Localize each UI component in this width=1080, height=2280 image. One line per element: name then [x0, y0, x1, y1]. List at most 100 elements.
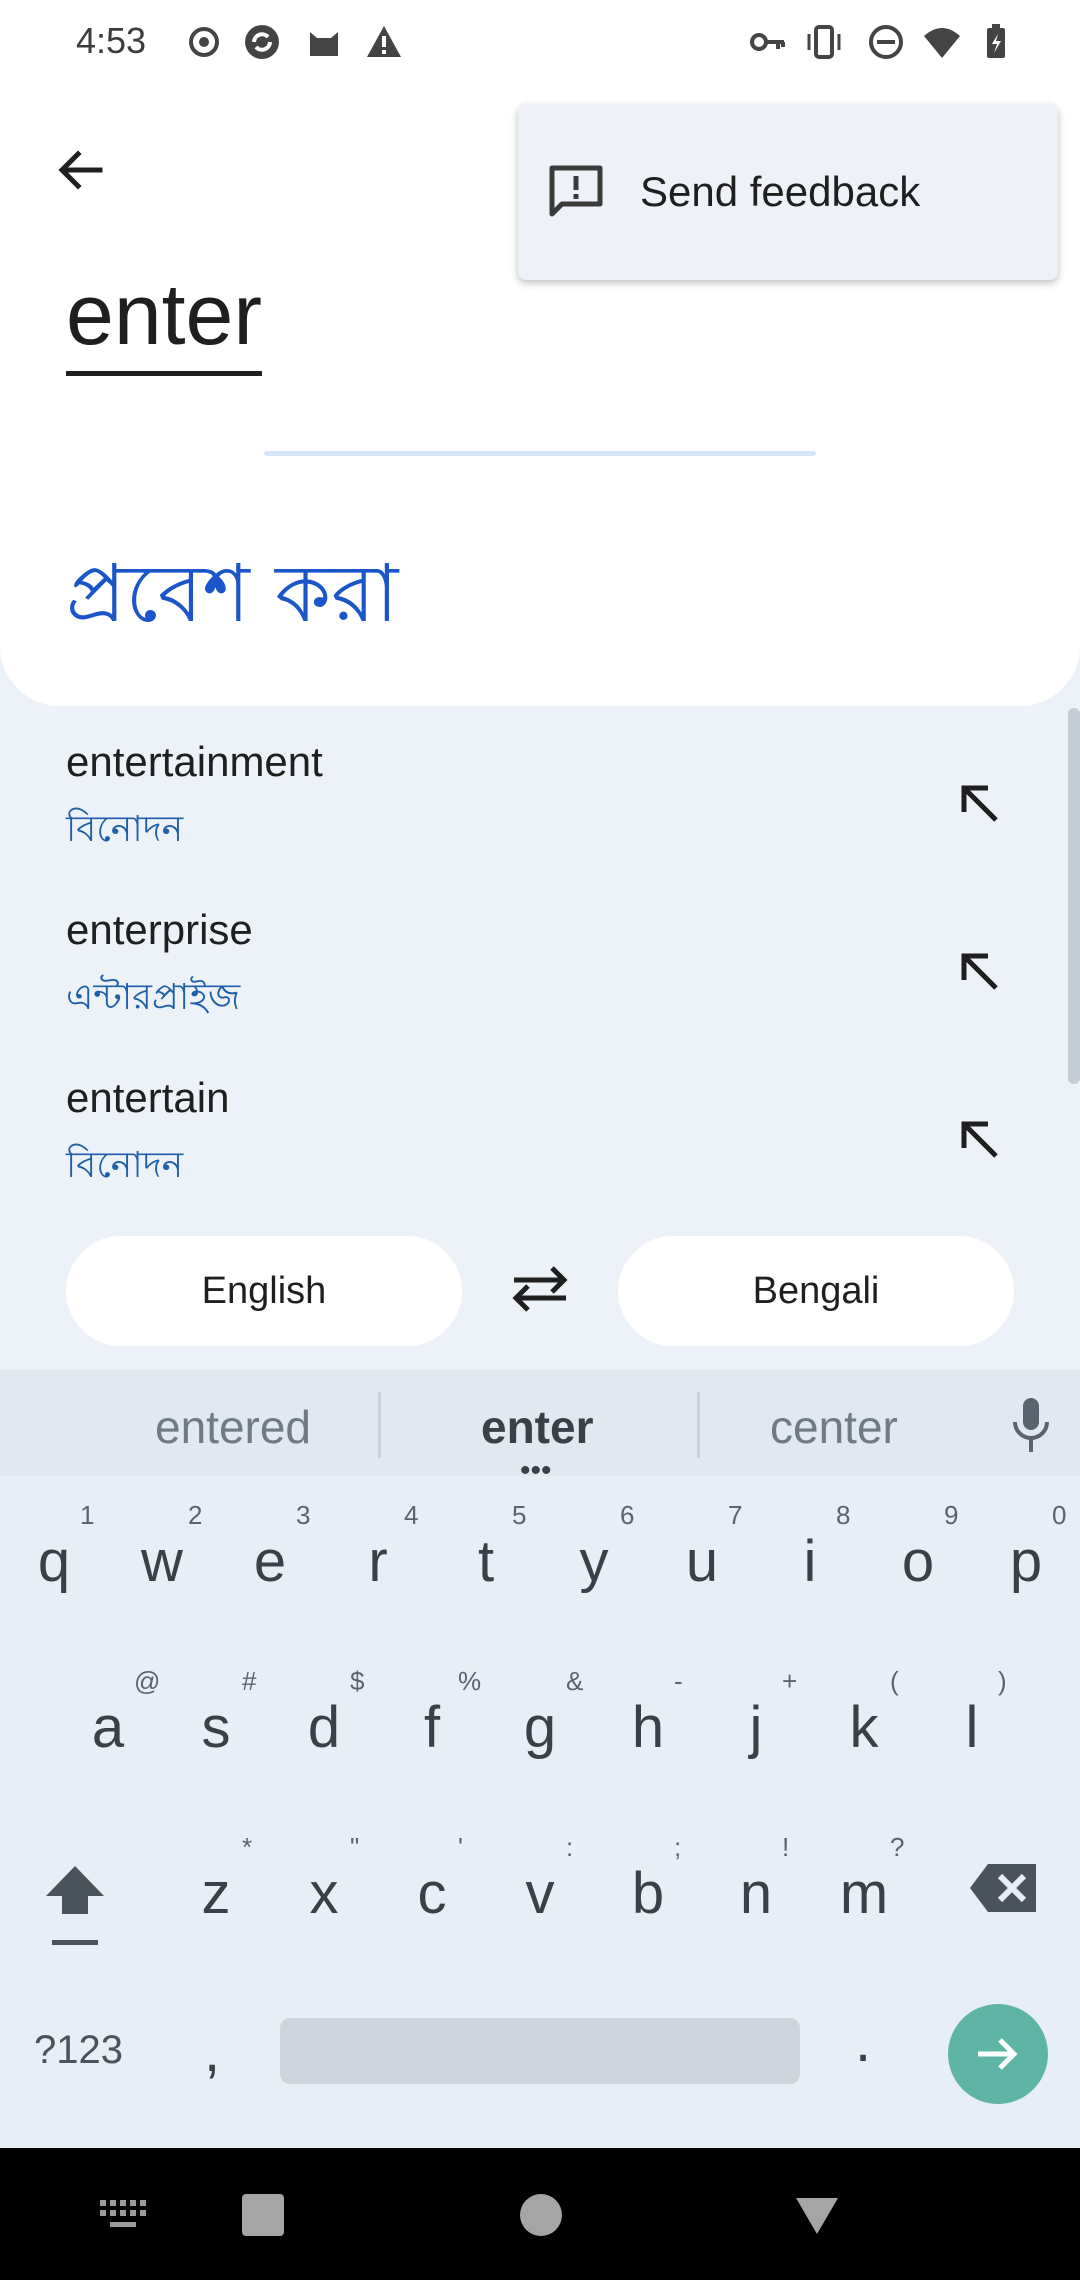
key-hint: 8 [836, 1500, 851, 1530]
key-k[interactable]: k [812, 1694, 916, 1761]
suggestion-word: entertain [66, 1074, 230, 1121]
keyboard-suggestion[interactable]: center [770, 1400, 898, 1454]
comma-key[interactable]: , [204, 2018, 220, 2085]
key-hint: 1 [80, 1500, 95, 1530]
key-n[interactable]: n [704, 1860, 808, 1927]
key-b[interactable]: b [596, 1860, 700, 1927]
insert-arrow-icon[interactable] [948, 772, 1012, 836]
suggestion-word: entertainment [66, 738, 323, 785]
suggestion-translation: বিনোদন [66, 1145, 184, 1186]
microphone-icon[interactable] [1006, 1396, 1056, 1456]
key-hint: @ [134, 1666, 161, 1696]
key-r[interactable]: r [326, 1528, 430, 1595]
key-icon [750, 33, 785, 51]
scrollbar[interactable] [1068, 708, 1080, 1084]
swap-icon [512, 1266, 568, 1312]
key-y[interactable]: y [542, 1528, 646, 1595]
suggestion-translation: বিনোদন [66, 809, 184, 850]
back-button[interactable] [40, 130, 120, 210]
suggestion-item[interactable]: entertain বিনোদন [0, 1062, 1060, 1230]
key-hint: % [458, 1666, 482, 1696]
key-hint: ! [782, 1832, 790, 1862]
feedback-icon [549, 165, 603, 217]
back-nav-button[interactable] [794, 2194, 840, 2236]
key-hint: & [566, 1666, 584, 1696]
key-m[interactable]: m [812, 1860, 916, 1927]
key-hint: - [674, 1666, 683, 1696]
suggestion-item[interactable]: entertainment বিনোদন [0, 726, 1060, 894]
warning-icon [367, 26, 401, 57]
swap-languages-button[interactable] [500, 1254, 580, 1324]
home-button[interactable] [520, 2194, 562, 2236]
target-language-button[interactable]: Bengali [618, 1236, 1014, 1346]
backspace-key[interactable] [968, 1862, 1040, 1914]
battery-icon [987, 24, 1005, 58]
key-j[interactable]: j [704, 1694, 808, 1761]
shift-key[interactable] [40, 1860, 110, 1950]
vibrate-icon [807, 25, 841, 59]
overflow-menu: Send feedback [518, 104, 1058, 280]
symbols-key[interactable]: ?123 [34, 2028, 123, 2073]
key-hint: ; [674, 1832, 682, 1862]
key-f[interactable]: f [380, 1694, 484, 1761]
key-v[interactable]: v [488, 1860, 592, 1927]
key-a[interactable]: a [56, 1694, 160, 1761]
keyboard-suggestion[interactable]: entered [155, 1400, 311, 1454]
key-s[interactable]: s [164, 1694, 268, 1761]
status-bar: 4:53 [0, 0, 1080, 90]
send-feedback-menu-item[interactable]: Send feedback [518, 104, 1058, 280]
insert-arrow-icon[interactable] [948, 940, 1012, 1004]
key-hint: * [242, 1832, 253, 1862]
arrow-back-icon [58, 150, 103, 190]
key-l[interactable]: l [920, 1694, 1024, 1761]
key-w[interactable]: w [110, 1528, 214, 1595]
recents-button[interactable] [242, 2194, 284, 2236]
sync-icon [245, 25, 279, 59]
cat-icon [310, 32, 338, 56]
key-o[interactable]: o [866, 1528, 970, 1595]
space-key[interactable] [280, 2018, 800, 2084]
key-hint: 2 [188, 1500, 203, 1530]
key-g[interactable]: g [488, 1694, 592, 1761]
key-u[interactable]: u [650, 1528, 754, 1595]
period-key[interactable]: . [855, 2008, 871, 2075]
more-suggestions-dots[interactable]: ••• [520, 1456, 552, 1486]
wifi-icon [924, 28, 960, 58]
key-hint: ' [458, 1832, 463, 1862]
keyboard-suggestion-selected[interactable]: enter [481, 1400, 593, 1454]
enter-key[interactable] [948, 2004, 1048, 2104]
key-hint: " [350, 1832, 360, 1862]
key-hint: 5 [512, 1500, 527, 1530]
key-hint: # [242, 1666, 257, 1696]
dnd-icon [869, 25, 903, 59]
key-q[interactable]: q [2, 1528, 106, 1595]
arrow-forward-icon [978, 2038, 1018, 2070]
key-d[interactable]: d [272, 1694, 376, 1761]
key-hint: + [782, 1666, 798, 1696]
key-z[interactable]: z [164, 1860, 268, 1927]
source-language-button[interactable]: English [66, 1236, 462, 1346]
keyboard-switch-icon[interactable] [98, 2196, 150, 2232]
loading-indicator [264, 451, 816, 456]
suggestion-item[interactable]: enterprise এন্টারপ্রাইজ [0, 894, 1060, 1062]
key-i[interactable]: i [758, 1528, 862, 1595]
key-hint: 9 [944, 1500, 959, 1530]
key-h[interactable]: h [596, 1694, 700, 1761]
key-hint: ? [890, 1832, 905, 1862]
strip-divider [697, 1392, 700, 1458]
key-e[interactable]: e [218, 1528, 322, 1595]
key-p[interactable]: p [974, 1528, 1078, 1595]
key-x[interactable]: x [272, 1860, 376, 1927]
insert-arrow-icon[interactable] [948, 1108, 1012, 1172]
key-hint: ( [890, 1666, 899, 1696]
key-hint: ) [998, 1666, 1007, 1696]
key-t[interactable]: t [434, 1528, 538, 1595]
key-c[interactable]: c [380, 1860, 484, 1927]
suggestion-word: enterprise [66, 906, 253, 953]
status-time: 4:53 [76, 20, 147, 61]
key-hint: : [566, 1832, 574, 1862]
suggestion-translation: এন্টারপ্রাইজ [66, 977, 241, 1018]
source-text-input[interactable]: enter [66, 265, 263, 376]
translation-result: প্রবেশ করা [66, 547, 399, 640]
key-hint: 6 [620, 1500, 635, 1530]
